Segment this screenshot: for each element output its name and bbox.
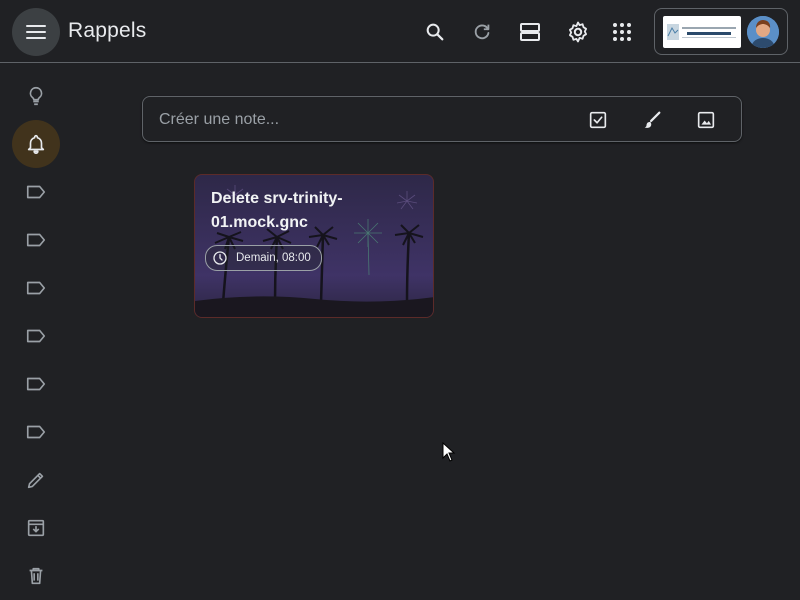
apps-button[interactable] xyxy=(602,12,642,52)
new-drawing-button[interactable] xyxy=(632,100,672,140)
trash-icon xyxy=(29,567,43,585)
gouvernement-nc-logo xyxy=(667,24,736,40)
sidebar-item-label-3[interactable] xyxy=(12,264,60,312)
user-avatar-icon xyxy=(747,16,779,48)
archive-icon xyxy=(27,519,45,537)
refresh-button[interactable] xyxy=(462,12,502,52)
reminder-chip[interactable]: Demain, 08:00 xyxy=(205,245,322,271)
account-switcher[interactable] xyxy=(654,8,788,55)
label-icon xyxy=(26,425,46,439)
checkbox-icon xyxy=(589,111,607,129)
top-bar: Rappels xyxy=(0,0,800,63)
pencil-icon xyxy=(27,472,44,489)
note-card[interactable]: Delete srv-trinity-01.mock.gnc Demain, 0… xyxy=(194,174,434,318)
organization-logo xyxy=(663,16,741,48)
settings-button[interactable] xyxy=(558,12,598,52)
label-icon xyxy=(26,233,46,247)
note-title: Delete srv-trinity-01.mock.gnc xyxy=(211,190,343,231)
sidebar-item-label-6[interactable] xyxy=(12,408,60,456)
lightbulb-icon xyxy=(29,86,43,106)
note-composer-placeholder[interactable]: Créer une note... xyxy=(159,111,279,129)
sidebar-item-label-5[interactable] xyxy=(12,360,60,408)
list-view-button[interactable] xyxy=(510,12,550,52)
label-icon xyxy=(26,329,46,343)
sidebar-item-notes[interactable] xyxy=(12,72,60,120)
sidebar-item-edit-labels[interactable] xyxy=(12,456,60,504)
refresh-icon xyxy=(474,24,490,40)
sidebar-item-trash[interactable] xyxy=(12,552,60,600)
avatar[interactable] xyxy=(747,16,779,48)
sidebar-item-label-1[interactable] xyxy=(12,168,60,216)
settings-icon xyxy=(569,21,587,43)
apps-icon xyxy=(613,23,631,41)
menu-icon xyxy=(26,25,46,39)
new-list-button[interactable] xyxy=(578,100,618,140)
sidebar-item-label-4[interactable] xyxy=(12,312,60,360)
label-icon xyxy=(26,377,46,391)
reminder-time: Demain, 08:00 xyxy=(236,252,311,264)
list-view-icon xyxy=(520,23,540,41)
main-menu-button[interactable] xyxy=(12,8,60,56)
new-image-note-button[interactable] xyxy=(686,100,726,140)
search-button[interactable] xyxy=(415,12,455,52)
brush-icon xyxy=(644,111,661,128)
sidebar-item-archive[interactable] xyxy=(12,504,60,552)
sidebar-item-label-2[interactable] xyxy=(12,216,60,264)
search-icon xyxy=(426,23,444,41)
page-title: Rappels xyxy=(68,19,147,42)
label-icon xyxy=(26,281,46,295)
image-icon xyxy=(697,111,715,129)
clock-icon xyxy=(213,251,227,265)
mouse-cursor-icon xyxy=(442,442,456,462)
bell-icon xyxy=(27,134,45,154)
note-composer[interactable]: Créer une note... xyxy=(142,96,742,142)
sidebar-item-reminders[interactable] xyxy=(12,120,60,168)
label-icon xyxy=(26,185,46,199)
